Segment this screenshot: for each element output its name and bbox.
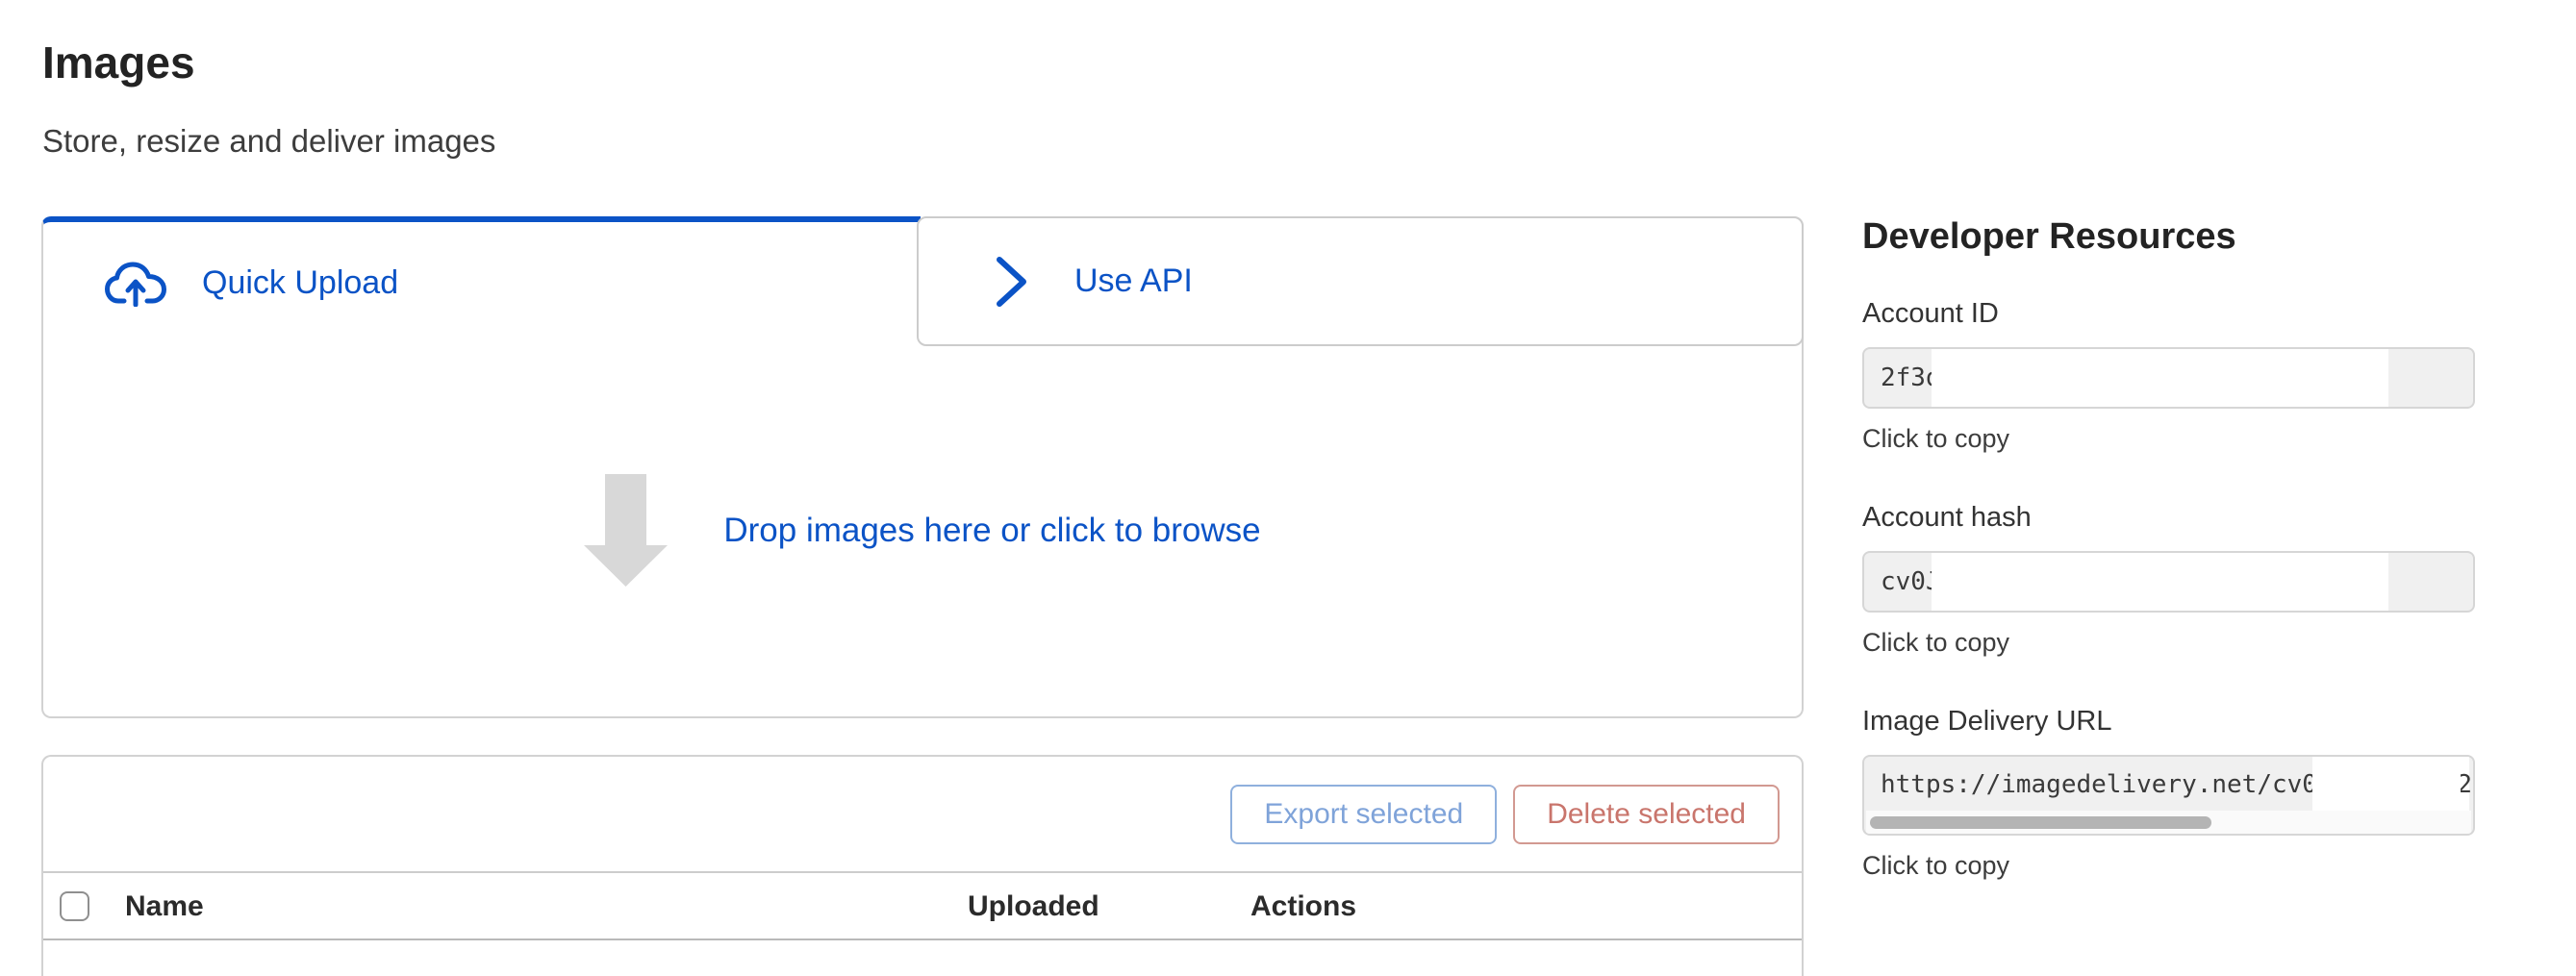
redaction-overlay: [2312, 757, 2469, 811]
page-subtitle: Store, resize and deliver images: [42, 123, 495, 160]
horizontal-scrollbar-track: [1866, 811, 2471, 834]
tab-use-api[interactable]: Use API: [917, 216, 1804, 346]
account-hash-field[interactable]: cv0J: [1862, 551, 2475, 613]
account-id-field[interactable]: 2f3d: [1862, 347, 2475, 409]
column-header-uploaded: Uploaded: [968, 873, 1099, 940]
page-title: Images: [42, 37, 495, 88]
tab-use-api-label: Use API: [1074, 263, 1193, 300]
developer-resources-sidebar: Developer Resources Account ID 2f3d Clic…: [1862, 216, 2475, 929]
image-delivery-url-copy-hint: Click to copy: [1862, 851, 2475, 881]
dropzone[interactable]: Drop images here or click to browse: [43, 344, 1802, 716]
page-title-text: Images: [42, 38, 195, 88]
account-hash-label: Account hash: [1862, 502, 2475, 534]
page-header: Images Store, resize and deliver images: [42, 37, 495, 160]
delete-selected-button[interactable]: Delete selected: [1513, 785, 1780, 844]
horizontal-scrollbar-thumb[interactable]: [1870, 816, 2211, 829]
cloud-upload-icon: [104, 261, 167, 307]
upload-panel: Quick Upload Use API Drop images here or…: [41, 216, 1804, 718]
column-header-actions: Actions: [1250, 873, 1356, 940]
tab-quick-upload[interactable]: Quick Upload: [41, 216, 921, 344]
drop-arrow-icon: [584, 474, 668, 587]
image-delivery-url-label: Image Delivery URL: [1862, 706, 2475, 738]
select-all-checkbox[interactable]: [60, 891, 89, 921]
dropzone-label: Drop images here or click to browse: [723, 512, 1260, 550]
redaction-overlay: [1932, 349, 2388, 407]
image-list-toolbar: Export selected Delete selected: [43, 757, 1802, 873]
tab-quick-upload-label: Quick Upload: [202, 264, 398, 302]
image-list-header-row: Name Uploaded Actions: [43, 873, 1802, 940]
account-id-label: Account ID: [1862, 298, 2475, 330]
export-selected-button[interactable]: Export selected: [1230, 785, 1497, 844]
image-delivery-url-peek-char: 2: [2461, 770, 2472, 799]
column-header-name: Name: [125, 873, 204, 940]
image-delivery-url-value: https://imagedelivery.net/cv0JSj: [1881, 770, 2362, 799]
account-hash-copy-hint: Click to copy: [1862, 628, 2475, 658]
developer-resources-heading: Developer Resources: [1862, 216, 2475, 258]
image-list-panel: Export selected Delete selected Name Upl…: [41, 755, 1804, 976]
redaction-overlay: [1932, 553, 2388, 611]
upload-tab-row: Quick Upload Use API: [43, 216, 1802, 344]
image-delivery-url-field[interactable]: https://imagedelivery.net/cv0JSj 2: [1862, 755, 2475, 836]
account-id-copy-hint: Click to copy: [1862, 424, 2475, 454]
chevron-right-icon: [996, 256, 1028, 308]
